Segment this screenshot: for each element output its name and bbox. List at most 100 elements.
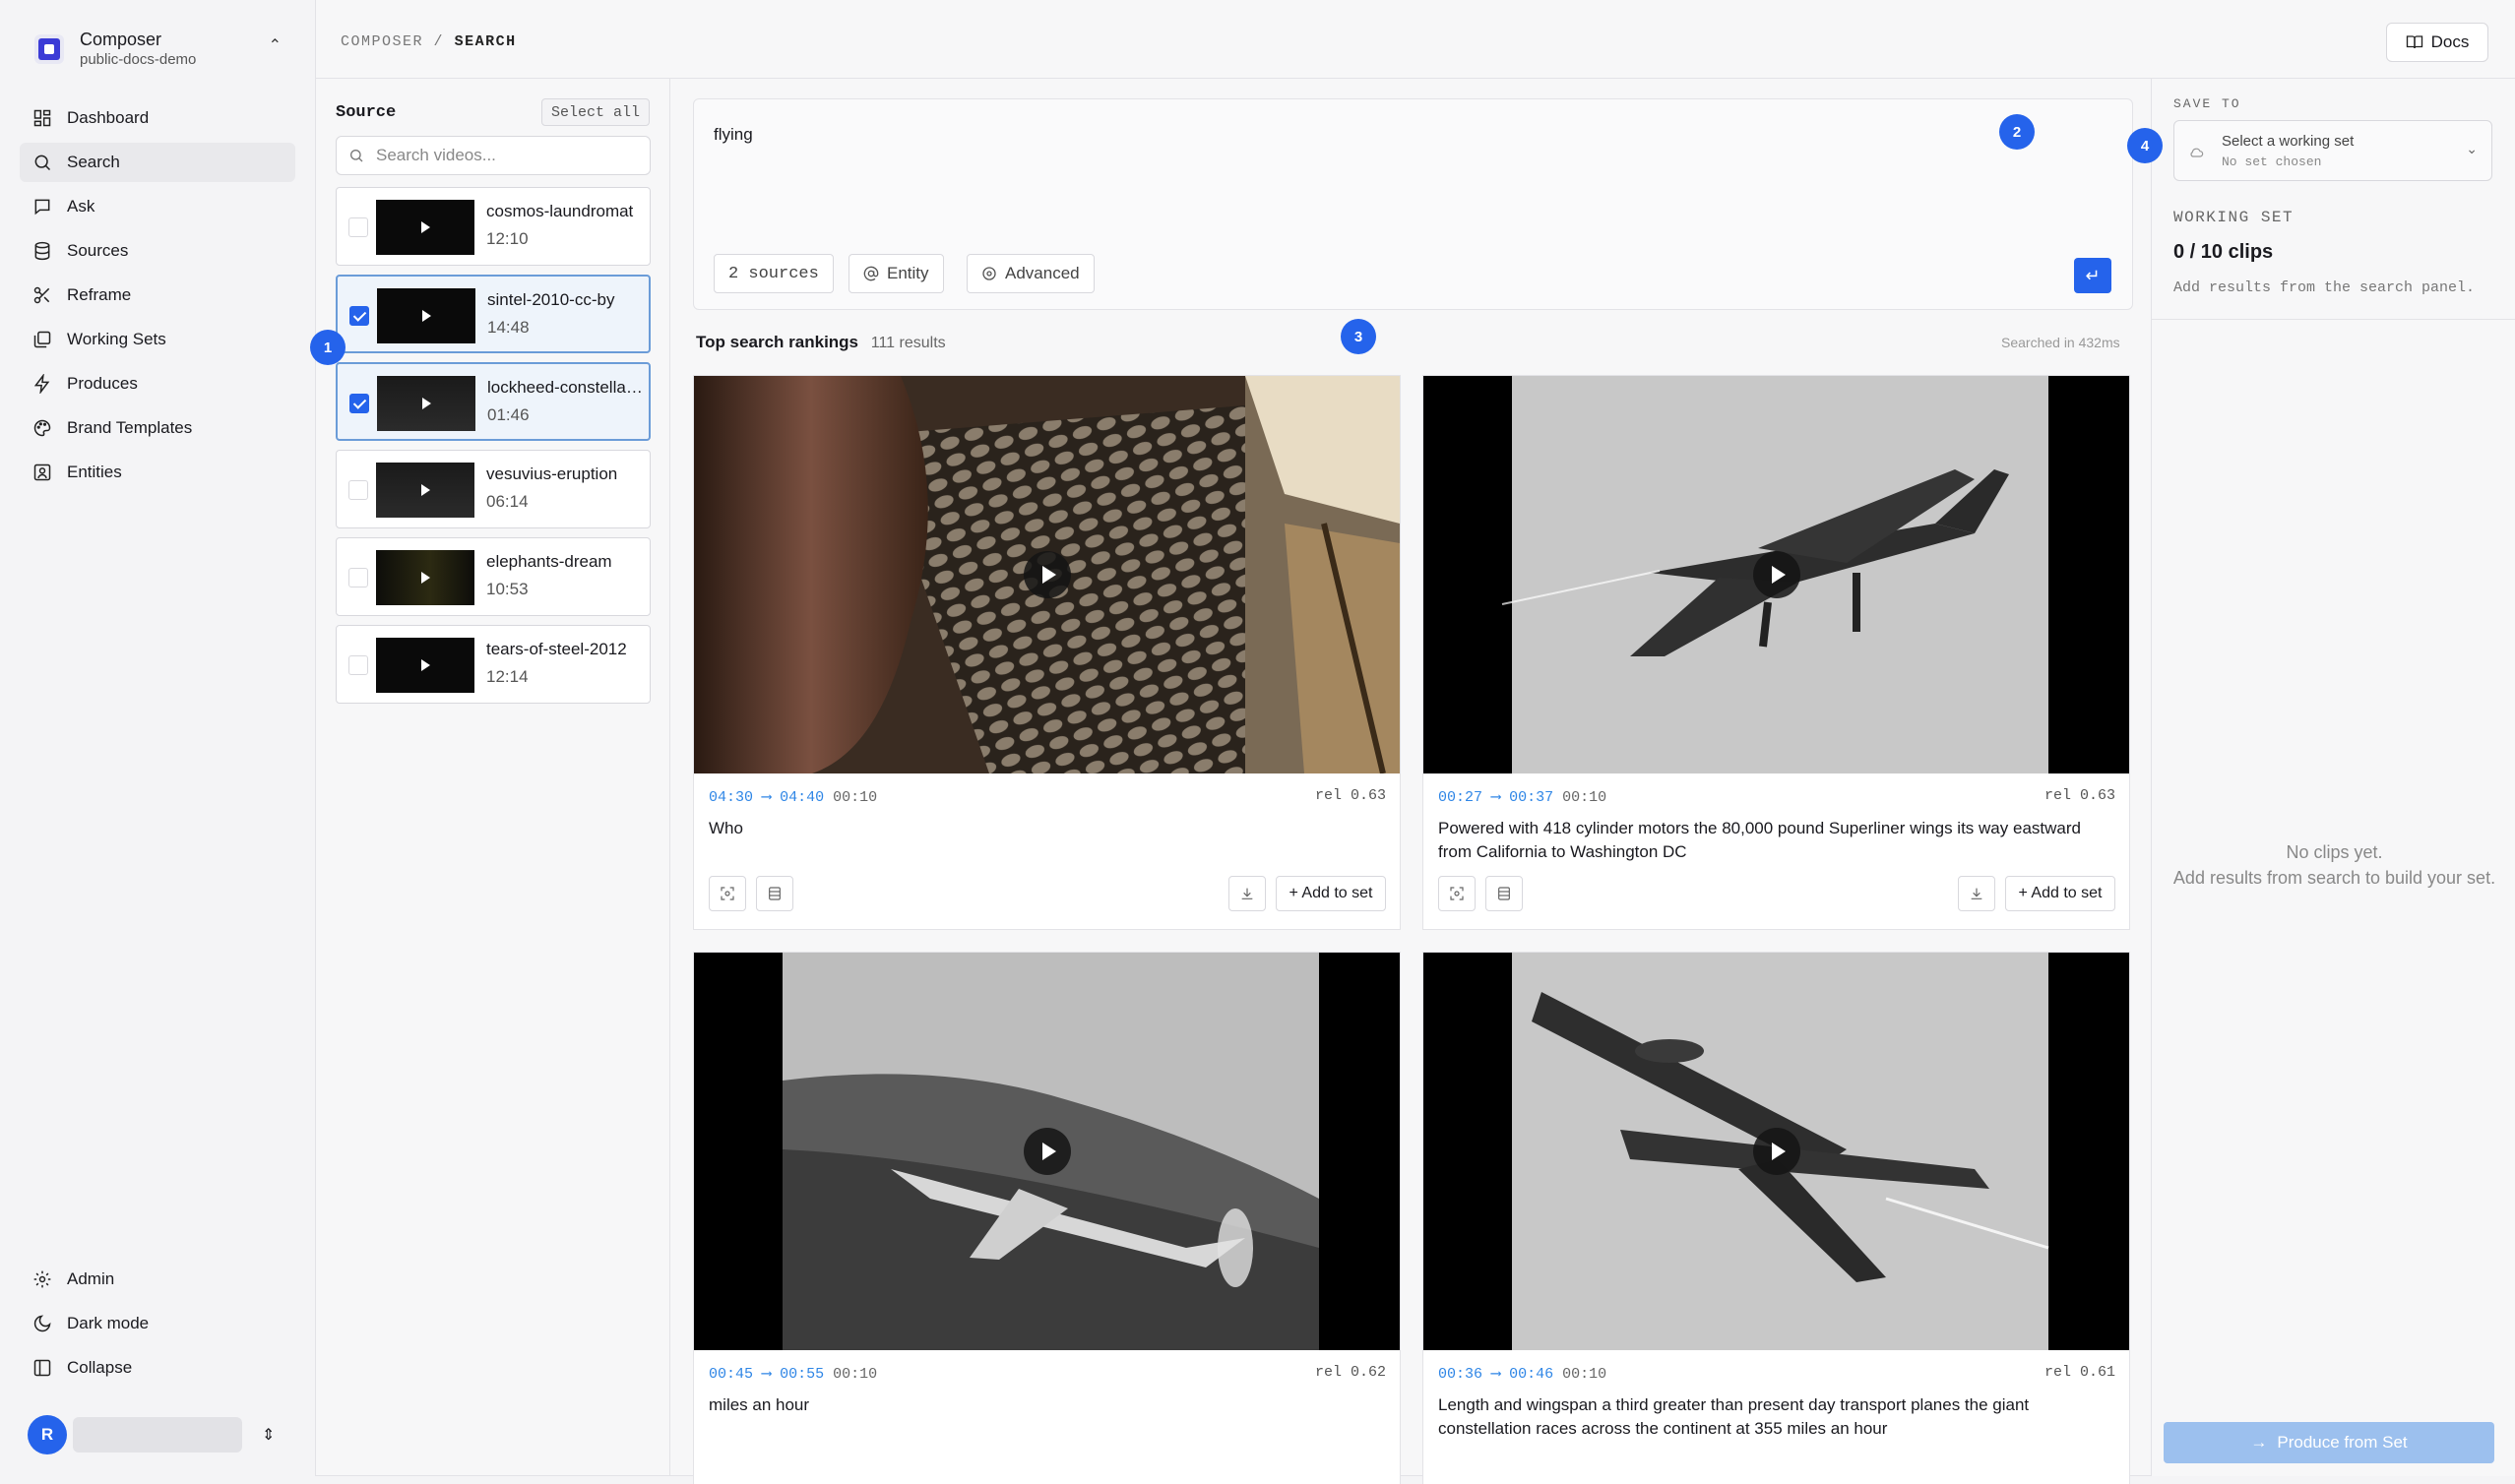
video-checkbox[interactable] — [348, 217, 368, 237]
collapse-button[interactable]: Collapse — [20, 1348, 295, 1388]
working-set-panel: SAVE TO Select a working set No set chos… — [2151, 79, 2515, 1476]
focus-frame-button[interactable] — [1438, 876, 1476, 911]
layers-icon — [31, 329, 53, 350]
play-button[interactable] — [1024, 551, 1071, 598]
gear-icon — [31, 1268, 53, 1290]
clip-time-range: 04:30 ⟶ 04:40 00:10 — [709, 787, 877, 806]
play-icon — [1042, 1143, 1056, 1160]
query-text[interactable]: flying — [714, 125, 753, 145]
empty-state-title: No clips yet. — [2286, 842, 2383, 862]
arrow-icon: ⟶ — [762, 789, 772, 806]
video-checkbox[interactable] — [349, 394, 369, 413]
result-card[interactable]: 00:45 ⟶ 00:55 00:10 rel 0.62 miles an ho… — [693, 952, 1401, 1484]
clip-length: 00:10 — [833, 789, 878, 806]
video-name: elephants-dream — [486, 552, 612, 571]
select-set-title: Select a working set — [2222, 133, 2355, 150]
play-icon — [1772, 1143, 1786, 1160]
video-search-input[interactable] — [376, 146, 632, 165]
nav-label: Dashboard — [67, 108, 150, 127]
focus-frame-button[interactable] — [709, 876, 746, 911]
dark-mode-toggle[interactable]: Dark mode — [20, 1304, 295, 1343]
result-card[interactable]: 00:27 ⟶ 00:37 00:10 rel 0.63 Powered wit… — [1422, 375, 2130, 930]
clip-frame[interactable] — [1423, 376, 2129, 773]
video-duration: 01:46 — [487, 405, 530, 424]
sources-chip[interactable]: 2 sources — [714, 254, 834, 293]
results-count: 111 results — [870, 335, 946, 351]
result-card[interactable]: 00:36 ⟶ 00:46 00:10 rel 0.61 Length and … — [1422, 952, 2130, 1484]
clip-start: 00:27 — [1438, 789, 1483, 806]
save-frame-button[interactable] — [756, 876, 793, 911]
nav-item-admin[interactable]: Admin — [20, 1260, 295, 1299]
video-thumbnail — [376, 200, 474, 255]
callout-badge: 1 — [310, 330, 346, 365]
video-item[interactable]: elephants-dream 10:53 — [336, 537, 651, 616]
nav-item-entities[interactable]: Entities — [20, 453, 295, 492]
nav-item-working-sets[interactable]: Working Sets — [20, 320, 295, 359]
nav-label: Sources — [67, 241, 129, 260]
submit-search-button[interactable]: ↵ — [2074, 258, 2111, 293]
workspace-switcher[interactable]: Composer public-docs-demo ⌃ — [20, 22, 295, 77]
target-icon — [982, 267, 996, 280]
video-item[interactable]: lockheed-constellation 01:46 — [336, 362, 651, 441]
nav-item-search[interactable]: Search — [20, 143, 295, 182]
nav-label: Entities — [67, 463, 122, 481]
database-icon — [31, 240, 53, 262]
clip-frame[interactable] — [694, 953, 1400, 1350]
play-button[interactable] — [1753, 551, 1800, 598]
video-item[interactable]: cosmos-laundromat 12:10 — [336, 187, 651, 266]
docs-label: Docs — [2430, 32, 2470, 51]
nav-item-brand-templates[interactable]: Brand Templates — [20, 408, 295, 448]
clip-caption: miles an hour — [709, 1395, 810, 1414]
result-card[interactable]: 04:30 ⟶ 04:40 00:10 rel 0.63 Who + Add t… — [693, 375, 1401, 930]
video-checkbox[interactable] — [348, 568, 368, 587]
person-card-icon — [31, 462, 53, 483]
nav-label: Dark mode — [67, 1314, 150, 1332]
nav-item-dashboard[interactable]: Dashboard — [20, 98, 295, 138]
topbar: COMPOSER / SEARCH Docs — [316, 0, 2515, 79]
video-checkbox[interactable] — [349, 306, 369, 326]
video-item[interactable]: vesuvius-eruption 06:14 — [336, 450, 651, 528]
breadcrumb-current: SEARCH — [454, 33, 517, 50]
save-frame-button[interactable] — [1485, 876, 1523, 911]
advanced-chip[interactable]: Advanced — [967, 254, 1095, 293]
download-button[interactable] — [1958, 876, 1995, 911]
play-button[interactable] — [1753, 1128, 1800, 1175]
play-button[interactable] — [1024, 1128, 1071, 1175]
scan-icon — [1450, 887, 1464, 900]
select-all-button[interactable]: Select all — [541, 98, 650, 126]
user-menu[interactable]: R ⇕ — [28, 1415, 293, 1454]
add-to-set-button[interactable]: + Add to set — [1276, 876, 1386, 911]
clip-frame[interactable] — [1423, 953, 2129, 1350]
nav-item-ask[interactable]: Ask — [20, 187, 295, 226]
film-icon — [769, 887, 781, 900]
play-icon — [1772, 566, 1786, 584]
nav-item-produces[interactable]: Produces — [20, 364, 295, 403]
arrow-right-icon: → — [2250, 1433, 2268, 1452]
video-checkbox[interactable] — [348, 655, 368, 675]
entity-chip[interactable]: Entity — [849, 254, 944, 293]
play-icon — [1042, 566, 1056, 584]
docs-button[interactable]: Docs — [2386, 23, 2488, 62]
breadcrumb-parent[interactable]: COMPOSER — [341, 33, 423, 50]
clip-frame[interactable] — [694, 376, 1400, 773]
download-button[interactable] — [1228, 876, 1266, 911]
advanced-label: Advanced — [1005, 264, 1080, 282]
video-item[interactable]: tears-of-steel-2012 12:14 — [336, 625, 651, 704]
query-box[interactable]: flying 2 sources Entity Advanced ↵ — [693, 98, 2133, 310]
video-checkbox[interactable] — [348, 480, 368, 500]
video-item[interactable]: sintel-2010-cc-by 14:48 — [336, 275, 651, 353]
user-name-placeholder — [73, 1417, 242, 1453]
video-duration: 10:53 — [486, 580, 529, 598]
avatar: R — [28, 1415, 67, 1454]
scan-icon — [721, 887, 734, 900]
nav-item-reframe[interactable]: Reframe — [20, 276, 295, 315]
add-to-set-button[interactable]: + Add to set — [2005, 876, 2115, 911]
empty-state-hint: Add results from search to build your se… — [2172, 868, 2496, 888]
play-icon — [420, 221, 430, 233]
produce-from-set-button[interactable]: → Produce from Set — [2164, 1422, 2494, 1463]
relevance-score: rel 0.62 — [1314, 1364, 1386, 1381]
nav-item-sources[interactable]: Sources — [20, 231, 295, 271]
video-search — [336, 136, 651, 175]
play-icon — [421, 310, 431, 322]
working-set-select[interactable]: Select a working set No set chosen ⌄ — [2173, 120, 2492, 181]
